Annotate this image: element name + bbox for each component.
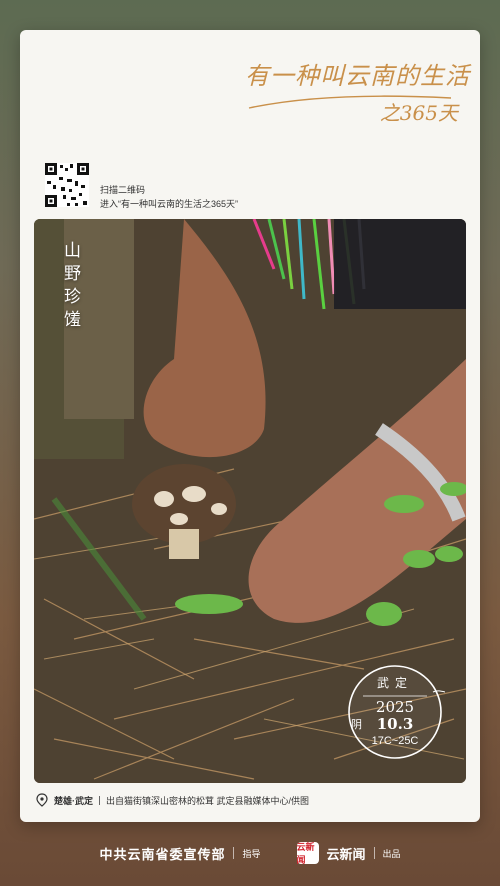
photo-title: 山野珍馐 bbox=[64, 241, 81, 330]
slogan: 有一种叫云南的生活 之365天 bbox=[245, 56, 470, 126]
stamp-weather: 阴 bbox=[351, 719, 362, 731]
footer-produce-label: 出品 bbox=[382, 848, 401, 859]
scan-hint: 扫描二维码 进入“有一种叫云南的生活之365天” bbox=[100, 183, 238, 211]
scan-line-1: 扫描二维码 bbox=[100, 185, 146, 195]
location-pin-icon bbox=[36, 793, 48, 807]
footer: 中共云南省委宣传部 指导 云新闻 云新闻 出品 bbox=[0, 840, 500, 866]
slogan-underline-icon bbox=[248, 95, 452, 109]
photo-caption: 楚雄·武定 出自猫街镇深山密林的松茸 武定县融媒体中心/供图 bbox=[36, 793, 309, 807]
footer-divider bbox=[373, 847, 375, 859]
footer-organizer: 中共云南省委宣传部 bbox=[99, 846, 226, 862]
qr-code[interactable] bbox=[45, 163, 89, 207]
yunxinwen-logo-icon: 云新闻 bbox=[296, 842, 319, 865]
date-stamp: 武定 2025 10.3 阴 17C~25C bbox=[345, 662, 445, 762]
footer-brand: 云新闻 bbox=[326, 846, 366, 862]
qr-code-icon bbox=[45, 163, 89, 207]
caption-text: 出自猫街镇深山密林的松茸 武定县融媒体中心/供图 bbox=[106, 795, 310, 806]
footer-divider bbox=[233, 847, 235, 859]
scan-line-2: 进入“有一种叫云南的生活之365天” bbox=[100, 199, 239, 209]
stamp-place: 武定 bbox=[376, 676, 413, 690]
stamp-temperature: 17C~25C bbox=[371, 735, 419, 747]
stamp-year: 2025 bbox=[375, 698, 415, 716]
footer-guide-label: 指导 bbox=[242, 848, 261, 859]
caption-divider bbox=[99, 795, 100, 805]
caption-region: 楚雄·武定 bbox=[54, 795, 93, 806]
